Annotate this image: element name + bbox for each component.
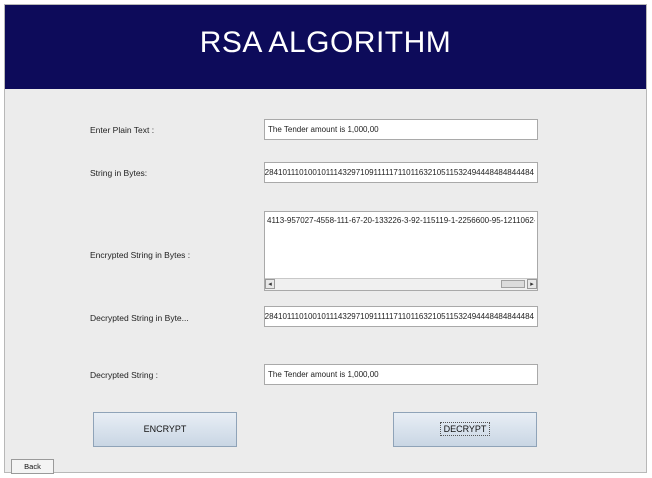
bytes-field[interactable]: 1284101110100101114329710911111711011632… [264, 162, 538, 183]
plain-text-label: Enter Plain Text : [90, 125, 155, 135]
encrypted-value: 4113-957027-4558-111-67-20-133226-3-92-1… [267, 216, 535, 225]
bytes-value: 1284101110100101114329710911111711011632… [264, 168, 534, 177]
decrypt-button-label: DECRYPT [439, 422, 491, 436]
decrypt-button[interactable]: DECRYPT [393, 412, 537, 447]
scroll-right-icon[interactable]: ▸ [527, 279, 537, 289]
decrypted-bytes-value: 1284101110100101114329710911111711011632… [264, 312, 534, 321]
decrypted-bytes-field[interactable]: 1284101110100101114329710911111711011632… [264, 306, 538, 327]
horizontal-scrollbar[interactable]: ◂ ▸ [265, 278, 537, 290]
encrypt-button[interactable]: ENCRYPT [93, 412, 237, 447]
decrypted-bytes-label: Decrypted String in Byte... [90, 313, 189, 323]
encrypt-button-label: ENCRYPT [143, 424, 187, 434]
decrypted-label: Decrypted String : [90, 370, 159, 380]
decrypted-string-field[interactable]: The Tender amount is 1,000,00 [264, 364, 538, 385]
back-button[interactable]: Back [11, 459, 54, 474]
scroll-thumb[interactable] [501, 280, 525, 288]
plain-text-input[interactable]: The Tender amount is 1,000,00 [264, 119, 538, 140]
header-banner: RSA ALGORITHM [5, 5, 646, 89]
bytes-label: String in Bytes: [90, 168, 148, 178]
scroll-left-icon[interactable]: ◂ [265, 279, 275, 289]
page-title: RSA ALGORITHM [199, 26, 452, 59]
encrypted-label: Encrypted String in Bytes : [90, 250, 191, 260]
encrypted-textarea[interactable]: 4113-957027-4558-111-67-20-133226-3-92-1… [264, 211, 538, 291]
